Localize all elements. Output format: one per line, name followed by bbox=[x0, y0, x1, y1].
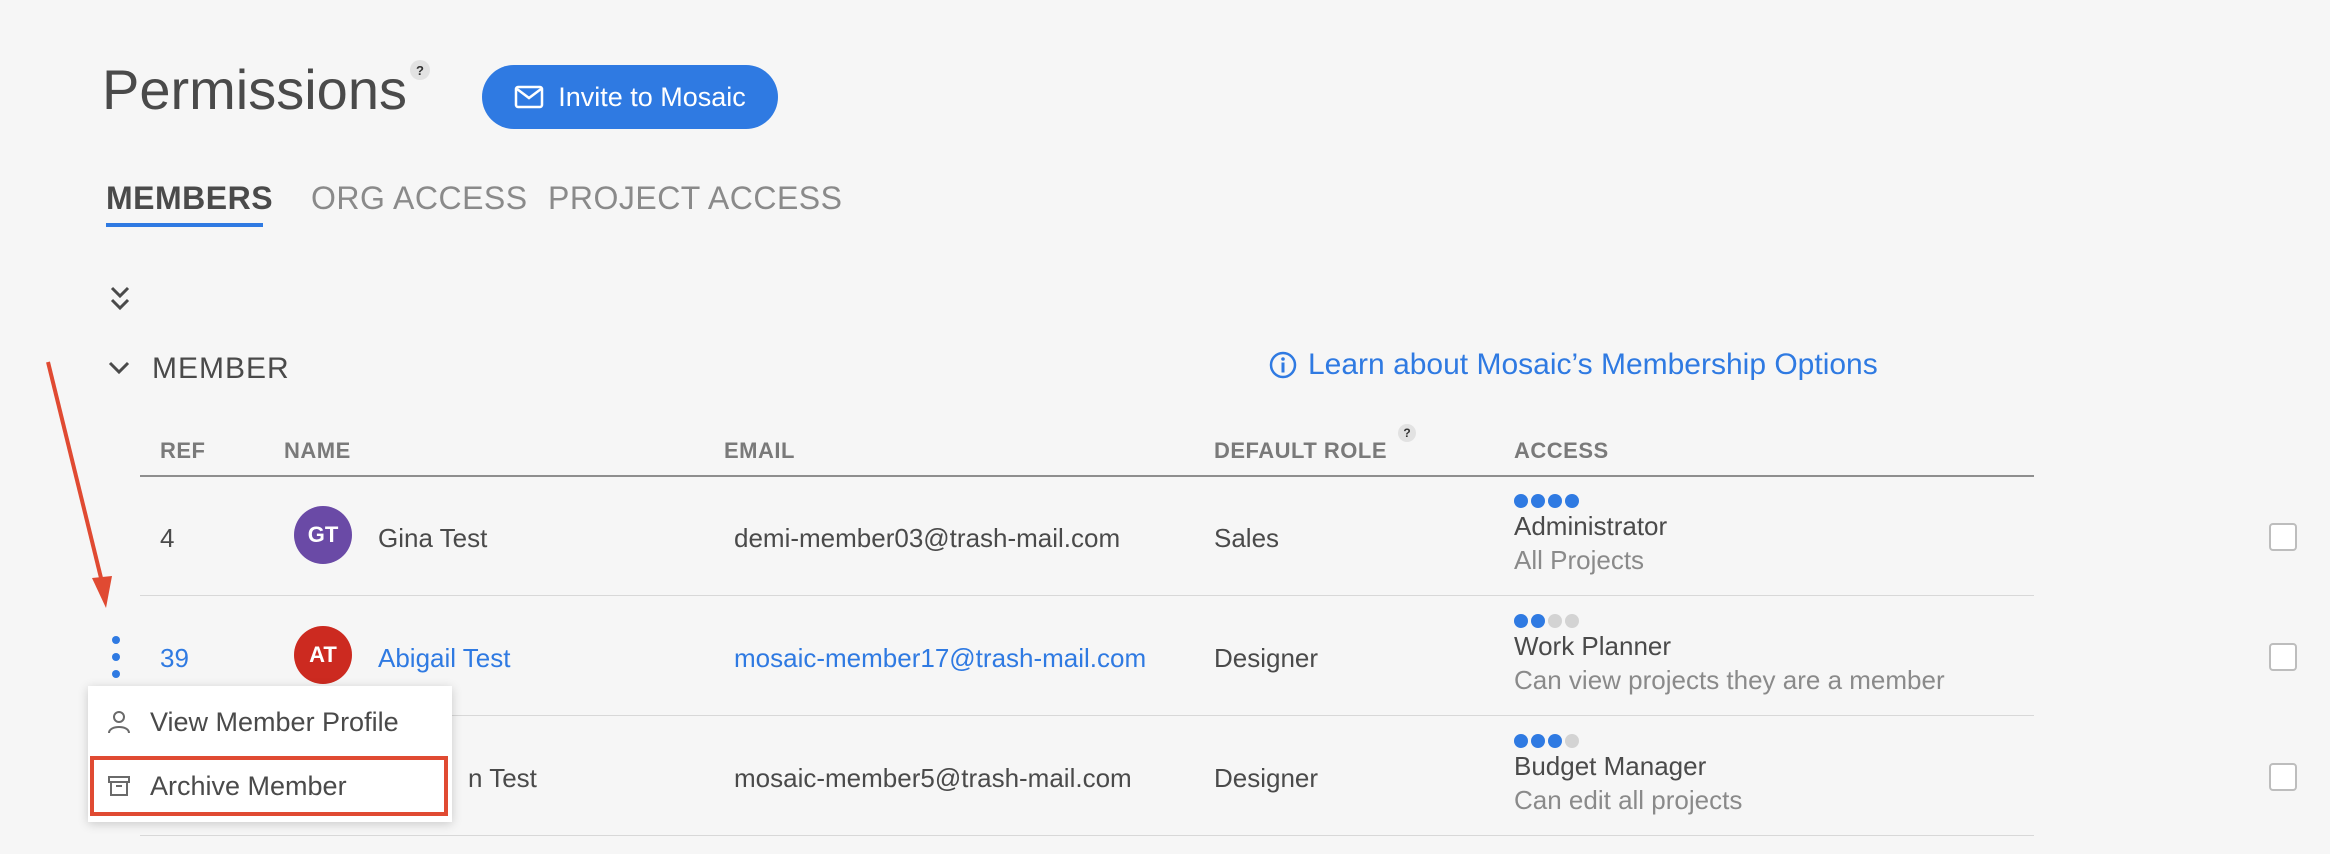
access-subtitle: Can edit all projects bbox=[1514, 785, 1743, 815]
row-divider bbox=[140, 595, 2034, 596]
tab-project-access[interactable]: PROJECT ACCESS bbox=[548, 180, 842, 217]
avatar[interactable]: AT bbox=[294, 626, 352, 684]
member-role[interactable]: Sales bbox=[1214, 523, 1279, 554]
access-level-dots bbox=[1514, 494, 1579, 508]
active-tab-indicator bbox=[106, 223, 263, 227]
access-dot bbox=[1548, 734, 1562, 748]
tab-members[interactable]: MEMBERS bbox=[106, 180, 273, 217]
page-title: Permissions bbox=[102, 58, 407, 121]
col-header-ref[interactable]: REF bbox=[160, 438, 206, 464]
collapse-all-icon[interactable] bbox=[106, 284, 134, 319]
view-member-profile-item[interactable]: View Member Profile bbox=[88, 690, 452, 754]
row-checkbox[interactable] bbox=[2269, 763, 2297, 791]
access-title[interactable]: Work Planner bbox=[1514, 631, 1671, 662]
access-dot bbox=[1565, 734, 1579, 748]
row-checkbox[interactable] bbox=[2269, 643, 2297, 671]
access-dot bbox=[1565, 494, 1579, 508]
member-email[interactable]: mosaic-member17@trash-mail.com bbox=[734, 643, 1146, 674]
access-subtitle: All Projects bbox=[1514, 545, 1645, 575]
member-name[interactable]: Gina Test bbox=[378, 523, 487, 554]
row-divider bbox=[140, 835, 2034, 836]
access-dot bbox=[1531, 734, 1545, 748]
row-ref[interactable]: 39 bbox=[160, 643, 189, 674]
access-dot bbox=[1548, 614, 1562, 628]
invite-button[interactable]: Invite to Mosaic bbox=[482, 65, 778, 129]
member-email: mosaic-member5@trash-mail.com bbox=[734, 763, 1132, 793]
access-dot bbox=[1514, 614, 1528, 628]
learn-link-label: Learn about Mosaic’s Membership Options bbox=[1308, 348, 1878, 381]
row-checkbox[interactable] bbox=[2269, 523, 2297, 551]
role-help-icon[interactable]: ? bbox=[1398, 424, 1416, 442]
access-title[interactable]: Budget Manager bbox=[1514, 751, 1706, 782]
col-header-default-role[interactable]: DEFAULT ROLE bbox=[1214, 438, 1387, 464]
access-level-dots bbox=[1514, 614, 1579, 628]
access-dot bbox=[1565, 614, 1579, 628]
member-email: demi-member03@trash-mail.com bbox=[734, 523, 1121, 553]
person-icon bbox=[108, 711, 130, 734]
annotation-arrow bbox=[46, 361, 112, 608]
col-header-name[interactable]: NAME bbox=[284, 438, 351, 464]
access-dot bbox=[1548, 494, 1562, 508]
tab-org-access[interactable]: ORG ACCESS bbox=[311, 180, 528, 217]
access-dot bbox=[1531, 614, 1545, 628]
access-title[interactable]: Administrator bbox=[1514, 511, 1667, 542]
member-role[interactable]: Designer bbox=[1214, 763, 1318, 794]
info-icon bbox=[1269, 351, 1297, 379]
avatar[interactable]: GT bbox=[294, 506, 352, 564]
row-actions-kebab-icon[interactable] bbox=[106, 636, 126, 678]
header-divider bbox=[140, 475, 2034, 477]
access-dot bbox=[1531, 494, 1545, 508]
access-subtitle: Can view projects they are a member bbox=[1514, 665, 1945, 695]
learn-membership-link[interactable]: Learn about Mosaic’s Membership Options bbox=[1268, 348, 1878, 382]
annotation-highlight-box bbox=[90, 756, 448, 816]
member-name[interactable]: Abigail Test bbox=[378, 643, 511, 674]
invite-button-label: Invite to Mosaic bbox=[558, 81, 746, 112]
member-name[interactable]: n Test bbox=[468, 763, 537, 794]
envelope-icon bbox=[514, 85, 544, 109]
access-dot bbox=[1514, 494, 1528, 508]
access-level-dots bbox=[1514, 734, 1579, 748]
menu-item-label: View Member Profile bbox=[150, 706, 399, 737]
row-ref: 4 bbox=[160, 523, 175, 553]
title-help-icon[interactable]: ? bbox=[410, 60, 430, 80]
col-header-email[interactable]: EMAIL bbox=[724, 438, 795, 464]
section-label: MEMBER bbox=[152, 352, 290, 385]
member-role[interactable]: Designer bbox=[1214, 643, 1318, 674]
access-dot bbox=[1514, 734, 1528, 748]
col-header-access[interactable]: ACCESS bbox=[1514, 438, 1609, 464]
